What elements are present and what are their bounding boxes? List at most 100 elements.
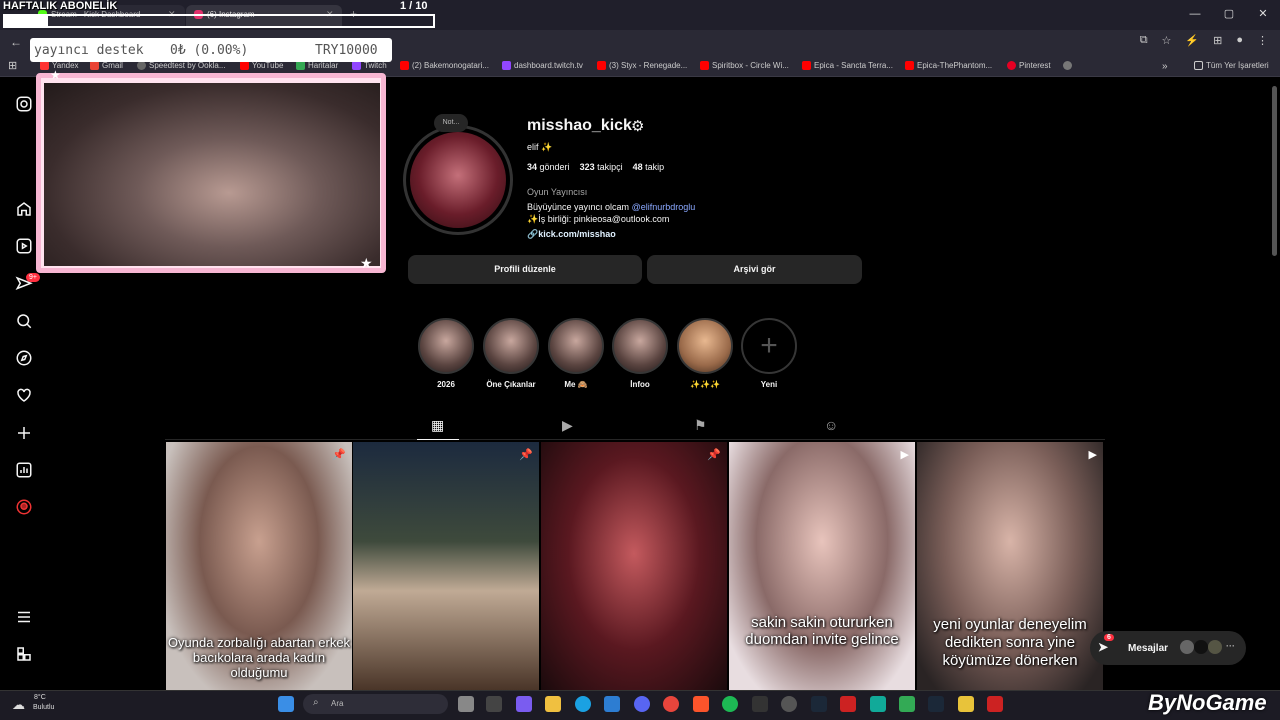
bookmark-epica-phantom[interactable]: Epica-ThePhantom...: [905, 61, 992, 70]
messages-pill[interactable]: ➤ 6 Mesajlar ···: [1090, 631, 1246, 665]
profile-external-link[interactable]: 🔗kick.com/misshao: [527, 229, 616, 240]
minimize-button[interactable]: —: [1178, 0, 1212, 30]
dashboard-icon[interactable]: [14, 461, 34, 481]
tagged-tab-icon[interactable]: ☺: [824, 417, 838, 433]
cloud-icon: ☁: [12, 697, 25, 712]
youtube-icon: [597, 61, 606, 70]
bookmark-twitch-dashboard[interactable]: dashboard.twitch.tv: [502, 61, 583, 70]
bookmark-spiritbox[interactable]: Spiritbox - Circle Wi...: [700, 61, 789, 70]
bookmark-star-icon[interactable]: ☆: [1162, 34, 1172, 47]
new-highlight-button[interactable]: +: [741, 318, 797, 374]
highlight-label: İnfoo: [630, 380, 650, 389]
maximize-button[interactable]: ▢: [1212, 0, 1246, 30]
install-app-icon[interactable]: ⧉: [1140, 34, 1148, 47]
steam-icon[interactable]: [928, 696, 944, 712]
app-icon[interactable]: [899, 696, 915, 712]
highlight-circle[interactable]: [548, 318, 604, 374]
extension-icon[interactable]: ⚡: [1185, 34, 1199, 47]
search-placeholder: Ara: [331, 699, 344, 708]
heart-icon[interactable]: [14, 386, 34, 406]
reels-tab-icon[interactable]: ▶: [562, 417, 573, 434]
store-icon[interactable]: [604, 696, 620, 712]
bookmark-globe[interactable]: [1063, 61, 1072, 70]
discord-icon[interactable]: [634, 696, 650, 712]
windows-start-icon[interactable]: [278, 696, 294, 712]
profile-avatar-icon[interactable]: ●: [1236, 34, 1243, 47]
bookmark-pinterest[interactable]: Pinterest: [1007, 61, 1051, 70]
highlight-circle[interactable]: [418, 318, 474, 374]
edit-profile-button[interactable]: Profili düzenle: [408, 255, 642, 284]
highlight-circle[interactable]: [612, 318, 668, 374]
file-explorer-icon[interactable]: [545, 696, 561, 712]
spotify-icon[interactable]: [722, 696, 738, 712]
posts-grid-icon[interactable]: ▦: [431, 417, 444, 434]
post-thumbnail[interactable]: 📌: [541, 442, 727, 690]
saved-tab-icon[interactable]: ⚑: [694, 417, 707, 434]
app-icon[interactable]: [840, 696, 856, 712]
notification-badge: 9+: [26, 273, 40, 282]
followers-stat[interactable]: 323 takipçi: [580, 162, 623, 172]
post-thumbnail[interactable]: 📌 Oyunda zorbalığı abartan erkek bacıkol…: [166, 442, 352, 690]
apps-grid-icon[interactable]: ⊞: [8, 59, 17, 72]
edge-icon[interactable]: [575, 696, 591, 712]
highlight-label: Öne Çıkanlar: [486, 380, 536, 389]
steam-icon[interactable]: [811, 696, 827, 712]
bio-mention-link[interactable]: @elifnurbdroglu: [632, 202, 696, 212]
reels-icon[interactable]: [14, 237, 34, 257]
profile-icon[interactable]: [14, 498, 34, 518]
post-caption: yeni oyunlar deneyelim dedikten sonra yi…: [933, 616, 1087, 669]
bookmark-gmail[interactable]: Gmail: [90, 61, 123, 70]
highlight-label: Yeni: [760, 380, 778, 389]
all-bookmarks-folder[interactable]: Tüm Yer İşaretleri: [1194, 61, 1269, 70]
instagram-icon[interactable]: [14, 95, 34, 115]
app-icon[interactable]: [870, 696, 886, 712]
menu-icon[interactable]: [14, 608, 34, 628]
obs-icon[interactable]: [781, 696, 797, 712]
pin-icon: 📌: [519, 449, 533, 461]
brave-icon[interactable]: [693, 696, 709, 712]
taskbar-search[interactable]: ⌕ Ara: [303, 694, 448, 714]
home-icon[interactable]: [14, 200, 34, 220]
settings-gear-icon[interactable]: ⚙: [631, 117, 644, 135]
browser-menu-icon[interactable]: ⋮: [1257, 34, 1268, 47]
chrome-icon[interactable]: [663, 696, 679, 712]
highlight-circle[interactable]: [677, 318, 733, 374]
plus-icon: +: [760, 329, 778, 362]
bookmark-speedtest[interactable]: Speedtest by Ookla...: [137, 61, 226, 70]
profile-note[interactable]: Not...: [434, 114, 468, 132]
app-icon[interactable]: [752, 696, 768, 712]
copilot-icon[interactable]: [516, 696, 532, 712]
bookmark-bakemonogatari[interactable]: (2) Bakemonogatari...: [400, 61, 489, 70]
window-controls: — ▢ ✕: [1178, 0, 1280, 30]
bookmark-twitch[interactable]: Twitch: [352, 61, 387, 70]
search-icon[interactable]: [14, 312, 34, 332]
followers-label: takipçi: [597, 162, 623, 172]
avatar[interactable]: [410, 132, 506, 228]
more-bookmarks-chevron-icon[interactable]: »: [1162, 61, 1168, 72]
post-thumbnail[interactable]: 📌: [353, 442, 539, 690]
task-view-icon[interactable]: [458, 696, 474, 712]
create-icon[interactable]: [14, 424, 34, 444]
close-window-button[interactable]: ✕: [1246, 0, 1280, 30]
back-arrow-icon[interactable]: ←: [10, 35, 22, 49]
post-thumbnail[interactable]: ▶ sakin sakin otururken duomdan invite g…: [729, 442, 915, 690]
extensions-puzzle-icon[interactable]: ⊞: [1213, 34, 1222, 47]
bookmark-styx[interactable]: (3) Styx - Renegade...: [597, 61, 687, 70]
also-from-meta-icon[interactable]: [14, 645, 34, 665]
following-stat[interactable]: 48 takip: [633, 162, 665, 172]
app-icon[interactable]: [958, 696, 974, 712]
post-thumbnail[interactable]: ▶ yeni oyunlar deneyelim dedikten sonra …: [917, 442, 1103, 690]
page-scrollbar[interactable]: [1272, 86, 1277, 256]
posts-count: 34: [527, 162, 538, 172]
bookmark-epica-sancta[interactable]: Epica - Sancta Terra...: [802, 61, 893, 70]
bookmark-maps[interactable]: Haritalar: [296, 61, 338, 70]
explore-icon[interactable]: [14, 349, 34, 369]
star-decoration-icon: ★: [360, 255, 373, 271]
messages-label: Mesajlar: [1128, 643, 1169, 654]
view-archive-button[interactable]: Arşivi gör: [647, 255, 862, 284]
app-icon[interactable]: [987, 696, 1003, 712]
bookmark-youtube[interactable]: YouTube: [240, 61, 283, 70]
highlight-circle[interactable]: [483, 318, 539, 374]
pinterest-icon: [1007, 61, 1016, 70]
app-icon[interactable]: [486, 696, 502, 712]
